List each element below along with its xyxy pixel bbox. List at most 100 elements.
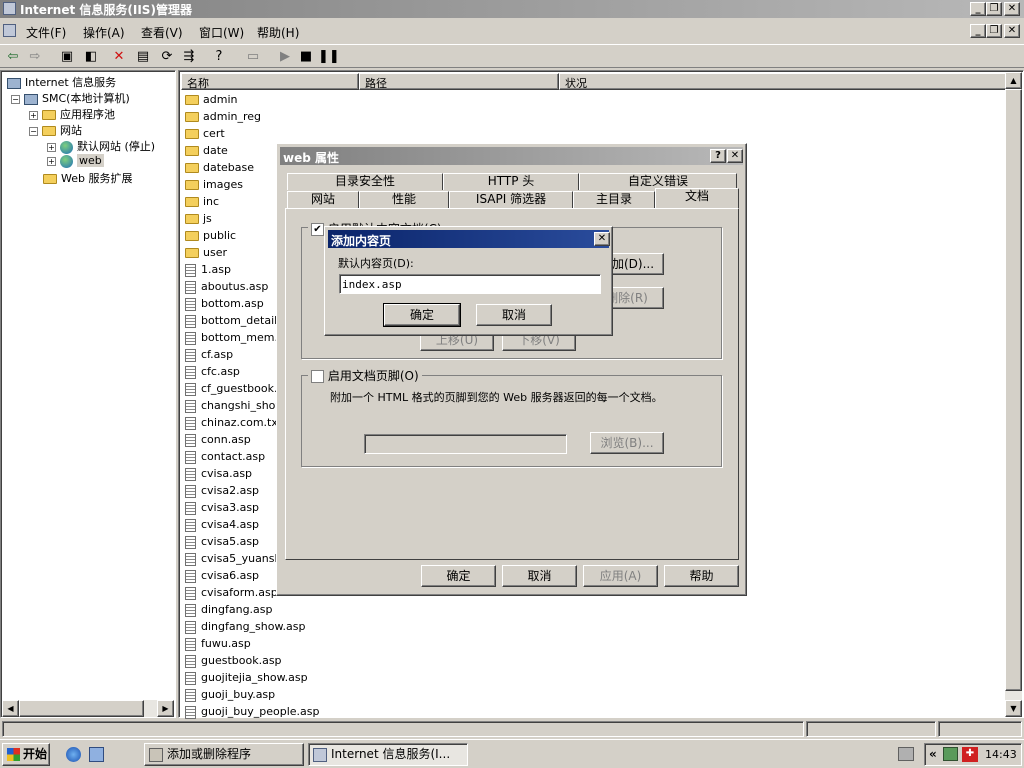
checkbox-checked-icon[interactable]: ✔: [311, 223, 324, 236]
list-item-file[interactable]: conn.asp: [185, 432, 251, 449]
scroll-right-icon[interactable]: ▶: [157, 700, 174, 717]
list-item-file[interactable]: dingfang.asp: [185, 602, 273, 619]
column-status[interactable]: 状况: [559, 73, 1007, 90]
list-item-folder[interactable]: admin: [185, 92, 237, 109]
props-apply-button[interactable]: 应用(A): [583, 565, 658, 587]
help-icon[interactable]: ?: [210, 48, 228, 66]
default-content-input[interactable]: [339, 274, 601, 294]
list-item-file[interactable]: cvisa6.asp: [185, 568, 259, 585]
list-item-file[interactable]: aboutus.asp: [185, 279, 268, 296]
list-item-folder[interactable]: date: [185, 143, 228, 160]
expand-icon[interactable]: +: [47, 142, 56, 152]
start-button[interactable]: 开始: [2, 743, 50, 766]
checkbox-unchecked-icon[interactable]: [311, 370, 324, 383]
stop-icon[interactable]: ■: [297, 48, 315, 66]
tree-app-pools[interactable]: + 应用程序池: [29, 106, 115, 122]
tray-app-icon[interactable]: [943, 747, 958, 761]
list-item-file[interactable]: cvisa5.asp: [185, 534, 259, 551]
add-ok-button[interactable]: 确定: [383, 303, 461, 327]
scroll-thumb[interactable]: [1005, 89, 1022, 691]
ie-icon[interactable]: [66, 747, 81, 762]
list-item-file[interactable]: cvisa5_yuansh: [185, 551, 281, 568]
computer-icon[interactable]: ▭: [244, 48, 262, 66]
list-item-file[interactable]: cvisa4.asp: [185, 517, 259, 534]
list-item-folder[interactable]: user: [185, 245, 227, 262]
collapse-icon[interactable]: −: [11, 94, 20, 104]
list-item-folder[interactable]: public: [185, 228, 236, 245]
browse-button[interactable]: 浏览(B)...: [590, 432, 664, 454]
list-item-file[interactable]: cvisaform.asp: [185, 585, 278, 602]
list-item-folder[interactable]: js: [185, 211, 212, 228]
footer-path-input[interactable]: [364, 434, 567, 454]
tab-performance[interactable]: 性能: [359, 191, 449, 208]
up-folder-icon[interactable]: ▣: [58, 48, 76, 66]
list-item-file[interactable]: dingfang_show.asp: [185, 619, 305, 636]
start-icon[interactable]: ▶: [276, 48, 294, 66]
list-item-file[interactable]: cvisa3.asp: [185, 500, 259, 517]
tree-hscrollbar[interactable]: ◀ ▶: [2, 700, 174, 717]
taskbar-iis-manager[interactable]: Internet 信息服务(I...: [308, 743, 468, 766]
tree-root[interactable]: Internet 信息服务: [7, 74, 116, 90]
properties-icon[interactable]: ▤: [134, 48, 152, 66]
scroll-up-icon[interactable]: ▲: [1005, 72, 1022, 89]
minimize-button[interactable]: _: [970, 2, 986, 16]
close-button[interactable]: ✕: [1004, 2, 1020, 16]
list-item-file[interactable]: cvisa2.asp: [185, 483, 259, 500]
list-item-folder[interactable]: images: [185, 177, 243, 194]
list-item-file[interactable]: bottom_detail: [185, 313, 277, 330]
expand-icon[interactable]: +: [47, 156, 56, 166]
tree-web[interactable]: + web: [47, 154, 104, 168]
collapse-icon[interactable]: −: [29, 126, 38, 136]
tree-default-site[interactable]: + 默认网站 (停止): [47, 138, 155, 154]
child-minimize-button[interactable]: _: [970, 24, 986, 38]
list-item-file[interactable]: guestbook.asp: [185, 653, 282, 670]
dialog-help-icon[interactable]: ?: [710, 149, 726, 163]
tab-directory-security[interactable]: 目录安全性: [287, 173, 443, 190]
tab-home-directory[interactable]: 主目录: [573, 191, 655, 208]
menu-file[interactable]: 文件(F): [26, 24, 66, 41]
restore-button[interactable]: ❐: [986, 2, 1002, 16]
list-item-file[interactable]: cvisa.asp: [185, 466, 252, 483]
vertical-scrollbar[interactable]: ▲ ▼: [1005, 72, 1022, 717]
list-item-file[interactable]: bottom_mem.as: [185, 330, 290, 347]
child-close-button[interactable]: ✕: [1004, 24, 1020, 38]
list-item-file[interactable]: fuwu.asp: [185, 636, 251, 653]
menu-view[interactable]: 查看(V): [141, 24, 183, 41]
menu-action[interactable]: 操作(A): [83, 24, 125, 41]
column-path[interactable]: 路径: [359, 73, 559, 90]
add-dialog-close-icon[interactable]: ✕: [594, 232, 610, 246]
list-item-folder[interactable]: cert: [185, 126, 225, 143]
dialog-close-icon[interactable]: ✕: [727, 149, 743, 163]
back-icon[interactable]: ⇦: [4, 48, 22, 66]
list-item-file[interactable]: guoji_buy.asp: [185, 687, 275, 704]
list-item-folder[interactable]: datebase: [185, 160, 254, 177]
child-restore-button[interactable]: ❐: [986, 24, 1002, 38]
tray-expand-icon[interactable]: «: [929, 747, 937, 761]
forward-icon[interactable]: ⇨: [26, 48, 44, 66]
delete-icon[interactable]: ✕: [110, 48, 128, 66]
list-item-folder[interactable]: inc: [185, 194, 219, 211]
scroll-down-icon[interactable]: ▼: [1005, 700, 1022, 717]
add-cancel-button[interactable]: 取消: [476, 304, 552, 326]
list-item-file[interactable]: cf.asp: [185, 347, 233, 364]
props-ok-button[interactable]: 确定: [421, 565, 496, 587]
list-item-file[interactable]: bottom.asp: [185, 296, 264, 313]
list-item-folder[interactable]: admin_reg: [185, 109, 261, 126]
enable-footer-checkbox[interactable]: 启用文档页脚(O): [308, 367, 422, 384]
props-help-button[interactable]: 帮助: [664, 565, 739, 587]
refresh-icon[interactable]: ⟳: [158, 48, 176, 66]
export-icon[interactable]: ⇶: [180, 48, 198, 66]
column-name[interactable]: 名称: [181, 73, 359, 90]
list-item-file[interactable]: chinaz.com.tx: [185, 415, 278, 432]
list-item-file[interactable]: guoji_buy_people.asp: [185, 704, 320, 721]
tab-documents[interactable]: 文档: [655, 188, 739, 208]
tree-computer[interactable]: − SMC(本地计算机): [11, 90, 130, 106]
props-cancel-button[interactable]: 取消: [502, 565, 577, 587]
tab-isapi-filters[interactable]: ISAPI 筛选器: [449, 191, 573, 208]
expand-icon[interactable]: +: [29, 110, 38, 120]
show-desktop-icon[interactable]: [89, 747, 104, 762]
tab-http-headers[interactable]: HTTP 头: [443, 173, 579, 190]
scroll-left-icon[interactable]: ◀: [2, 700, 19, 717]
menu-help[interactable]: 帮助(H): [257, 24, 299, 41]
menu-window[interactable]: 窗口(W): [199, 24, 244, 41]
